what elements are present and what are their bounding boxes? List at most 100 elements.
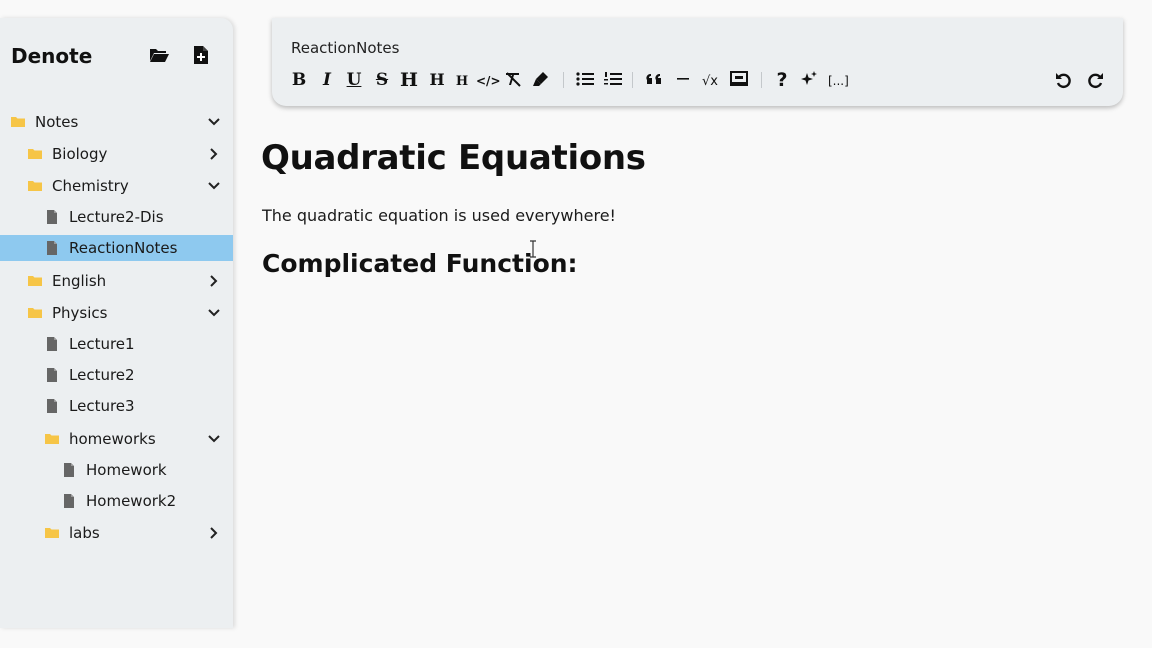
- tree-item-label: Biology: [52, 145, 108, 163]
- tree-file-lecture2-dis[interactable]: Lecture2-Dis: [0, 204, 233, 230]
- chevron-right-icon[interactable]: [207, 147, 221, 161]
- undo-button[interactable]: [1054, 70, 1074, 90]
- tree-folder-notes[interactable]: Notes: [0, 109, 233, 135]
- strikethrough-icon: S: [375, 70, 389, 90]
- file-icon: [44, 336, 60, 352]
- sidebar: Denote Notes Biology Chemistry Lecture2-Dis…: [0, 18, 233, 628]
- heading1-button[interactable]: H: [400, 70, 418, 90]
- horizontal-rule-button[interactable]: [675, 70, 691, 90]
- math-button[interactable]: √x: [702, 70, 718, 90]
- tree-item-label: Lecture3: [69, 397, 135, 415]
- tree-item-label: Lecture2: [69, 366, 135, 384]
- app-title: Denote: [11, 44, 93, 68]
- numbered-list-button[interactable]: [603, 70, 623, 90]
- tree-item-label: labs: [69, 524, 100, 542]
- folder-icon: [44, 431, 60, 447]
- underline-icon: U: [346, 70, 362, 90]
- bullet-list-icon: [576, 72, 594, 86]
- folder-open-icon[interactable]: [148, 44, 170, 66]
- tree-file-homework[interactable]: Homework: [0, 457, 233, 483]
- redo-button[interactable]: [1085, 70, 1105, 90]
- chevron-right-icon[interactable]: [207, 526, 221, 540]
- quote-button[interactable]: [645, 70, 665, 90]
- tree-item-label: Physics: [52, 304, 108, 322]
- folder-icon: [10, 114, 26, 130]
- strikethrough-button[interactable]: S: [374, 70, 390, 90]
- tree-item-label: Lecture2-Dis: [69, 208, 164, 226]
- tree-folder-english[interactable]: English: [0, 268, 233, 294]
- folder-icon: [27, 273, 43, 289]
- bullet-list-button[interactable]: [575, 70, 595, 90]
- numbered-list-icon: [604, 72, 622, 85]
- heading3-icon: H: [455, 74, 469, 89]
- tree-folder-homeworks[interactable]: homeworks: [0, 426, 233, 452]
- folder-icon: [44, 525, 60, 541]
- tree-folder-biology[interactable]: Biology: [0, 141, 233, 167]
- clear-format-button[interactable]: [504, 70, 522, 90]
- quote-icon: [646, 73, 661, 84]
- file-icon: [44, 240, 60, 256]
- tree-file-lecture2[interactable]: Lecture2: [0, 362, 233, 388]
- help-button[interactable]: ?: [774, 70, 790, 90]
- chevron-down-icon[interactable]: [207, 306, 221, 320]
- heading1-icon: H: [400, 69, 418, 91]
- chevron-right-icon[interactable]: [207, 274, 221, 288]
- cloze-button[interactable]: [...]: [828, 70, 849, 90]
- math-icon: √x: [702, 74, 718, 89]
- ai-sparkle-icon: [801, 71, 817, 85]
- toolbar-divider: [563, 72, 564, 88]
- tree-item-label: Lecture1: [69, 335, 135, 353]
- code-button[interactable]: </>: [476, 70, 501, 90]
- tree-file-lecture1[interactable]: Lecture1: [0, 331, 233, 357]
- editor-toolbar: ReactionNotes B I U S H H H </> √x ? [..…: [272, 18, 1123, 106]
- heading2-icon: H: [429, 70, 445, 89]
- tree-file-lecture3[interactable]: Lecture3: [0, 393, 233, 419]
- code-block-button[interactable]: [729, 70, 749, 90]
- file-plus-icon[interactable]: [190, 44, 212, 66]
- folder-icon: [27, 146, 43, 162]
- italic-icon: I: [323, 70, 331, 90]
- tree-folder-physics[interactable]: Physics: [0, 300, 233, 326]
- file-icon: [61, 493, 77, 509]
- tree-item-label: Homework: [86, 461, 167, 479]
- tree-folder-chemistry[interactable]: Chemistry: [0, 173, 233, 199]
- heading2-button[interactable]: H: [429, 70, 445, 90]
- folder-icon: [27, 178, 43, 194]
- tree-item-label: Notes: [35, 113, 79, 131]
- folder-icon: [27, 305, 43, 321]
- file-icon: [44, 367, 60, 383]
- chevron-down-icon[interactable]: [207, 115, 221, 129]
- clear-format-icon: [506, 72, 521, 87]
- tree-file-reactionnotes[interactable]: ReactionNotes: [0, 235, 233, 261]
- chevron-down-icon[interactable]: [207, 179, 221, 193]
- undo-icon: [1056, 73, 1071, 89]
- underline-button[interactable]: U: [346, 70, 362, 90]
- tree-item-label: Chemistry: [52, 177, 129, 195]
- tree-folder-labs[interactable]: labs: [0, 520, 233, 546]
- bold-icon: B: [291, 70, 307, 90]
- tree-item-label: English: [52, 272, 107, 290]
- document-paragraph[interactable]: The quadratic equation is used everywher…: [262, 206, 616, 225]
- tree-item-label: Homework2: [86, 492, 177, 510]
- ai-button[interactable]: [800, 70, 818, 90]
- heading3-button[interactable]: H: [454, 70, 470, 90]
- code-block-icon: [730, 71, 748, 86]
- help-icon: ?: [776, 69, 788, 91]
- bold-button[interactable]: B: [291, 70, 307, 90]
- tree-item-label: homeworks: [69, 430, 156, 448]
- italic-button[interactable]: I: [319, 70, 335, 90]
- cloze-icon: [...]: [828, 74, 849, 88]
- text-cursor-icon: [529, 240, 537, 258]
- file-icon: [61, 462, 77, 478]
- chevron-down-icon[interactable]: [207, 432, 221, 446]
- tree-file-homework2[interactable]: Homework2: [0, 488, 233, 514]
- highlight-icon: [533, 72, 548, 86]
- file-icon: [44, 398, 60, 414]
- file-icon: [44, 209, 60, 225]
- tree-item-label: ReactionNotes: [69, 239, 178, 257]
- code-icon: </>: [476, 74, 501, 88]
- highlight-button[interactable]: [532, 70, 550, 90]
- toolbar-divider: [632, 72, 633, 88]
- document-heading[interactable]: Quadratic Equations: [261, 138, 646, 178]
- redo-icon: [1088, 73, 1103, 89]
